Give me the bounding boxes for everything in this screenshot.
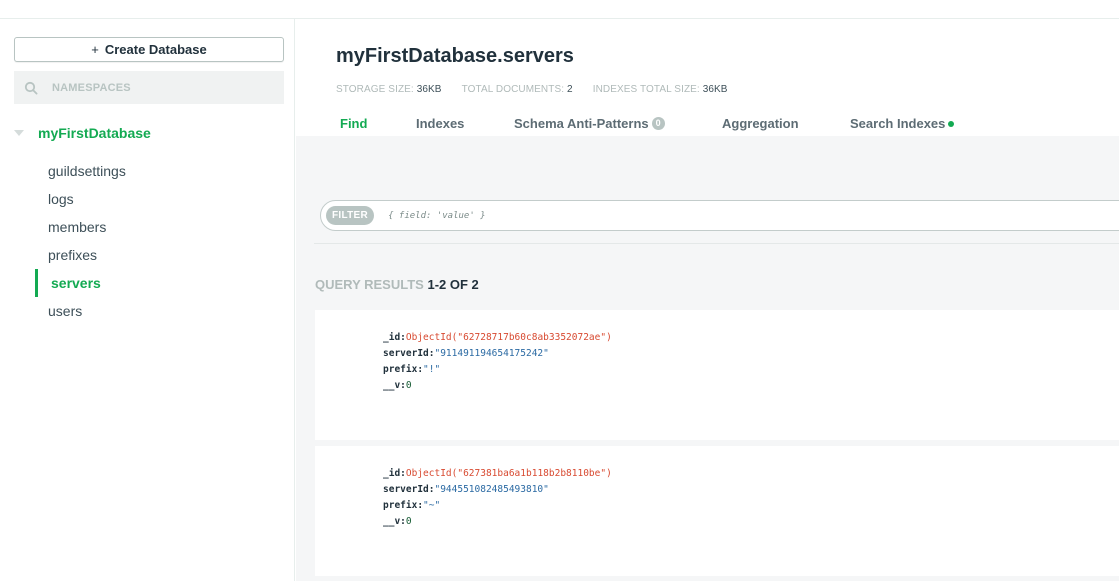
field-value: ObjectId("627381ba6a1b118b2b8110be") bbox=[405, 468, 612, 479]
collection-item-users[interactable]: users bbox=[0, 297, 294, 325]
tab-search-indexes[interactable]: Search Indexes bbox=[850, 116, 955, 131]
tab-search-label: Search Indexes bbox=[850, 116, 946, 131]
field-value: ObjectId("62728717b60c8ab3352072ae") bbox=[405, 332, 612, 343]
field-key: serverId: bbox=[383, 484, 435, 495]
search-icon bbox=[24, 81, 38, 95]
document-body: _id:ObjectId("627381ba6a1b118b2b8110be")… bbox=[383, 466, 612, 530]
tab-find[interactable]: Find bbox=[340, 116, 367, 131]
sidebar: + Create Database myFirstDatabase guilds… bbox=[0, 19, 295, 581]
document-field-id: _id:ObjectId("62728717b60c8ab3352072ae") bbox=[383, 330, 612, 346]
document-field-v: __v:0 bbox=[383, 514, 612, 530]
indexes-size-label: INDEXES TOTAL SIZE: bbox=[592, 84, 700, 95]
collection-item-logs[interactable]: logs bbox=[0, 185, 294, 213]
document-body: _id:ObjectId("62728717b60c8ab3352072ae")… bbox=[383, 330, 612, 394]
document-field-prefix: prefix:"!" bbox=[383, 362, 612, 378]
field-key: _id: bbox=[383, 468, 406, 479]
total-documents-value: 2 bbox=[567, 84, 573, 95]
tab-schema-anti-patterns[interactable]: Schema Anti-Patterns 0 bbox=[514, 116, 665, 131]
field-value: "911491194654175242" bbox=[434, 348, 549, 359]
total-documents-label: TOTAL DOCUMENTS: bbox=[461, 84, 565, 95]
storage-size-label: STORAGE SIZE: bbox=[336, 84, 414, 95]
document-field-v: __v:0 bbox=[383, 378, 612, 394]
field-value: "!" bbox=[423, 364, 441, 375]
filter-input[interactable] bbox=[388, 210, 989, 221]
create-database-button[interactable]: + Create Database bbox=[14, 37, 284, 62]
storage-size-stat: STORAGE SIZE: 36KB bbox=[336, 84, 442, 95]
document-field-id: _id:ObjectId("627381ba6a1b118b2b8110be") bbox=[383, 466, 612, 482]
database-name[interactable]: myFirstDatabase bbox=[38, 125, 151, 141]
tab-schema-label: Schema Anti-Patterns bbox=[514, 116, 649, 131]
field-key: _id: bbox=[383, 332, 406, 343]
create-database-label: Create Database bbox=[104, 42, 207, 57]
status-dot-icon bbox=[948, 120, 955, 127]
field-value: "944551082485493810" bbox=[434, 484, 549, 495]
collection-item-guildsettings[interactable]: guildsettings bbox=[0, 157, 294, 185]
query-results-range: 1-2 OF 2 bbox=[427, 277, 479, 292]
indexes-size-stat: INDEXES TOTAL SIZE: 36KB bbox=[593, 84, 728, 95]
divider bbox=[314, 243, 1119, 244]
tab-aggregation[interactable]: Aggregation bbox=[722, 116, 799, 131]
field-key: prefix: bbox=[383, 364, 424, 375]
tab-indexes[interactable]: Indexes bbox=[416, 116, 464, 131]
namespace-search[interactable] bbox=[14, 71, 284, 104]
document-field-prefix: prefix:"~" bbox=[383, 498, 612, 514]
storage-size-value: 36KB bbox=[416, 84, 442, 95]
field-key: __v: bbox=[383, 516, 406, 527]
schema-count-badge: 0 bbox=[651, 117, 665, 130]
filter-bar[interactable]: FILTER bbox=[320, 200, 1119, 231]
document-card[interactable]: _id:ObjectId("627381ba6a1b118b2b8110be")… bbox=[315, 446, 1119, 576]
document-card[interactable]: _id:ObjectId("62728717b60c8ab3352072ae")… bbox=[315, 310, 1119, 440]
collection-list: guildsettings logs members prefixes serv… bbox=[0, 157, 294, 325]
document-field-serverid: serverId:"944551082485493810" bbox=[383, 482, 612, 498]
field-value: 0 bbox=[405, 516, 412, 527]
collection-item-servers[interactable]: servers bbox=[0, 269, 294, 297]
field-value: 0 bbox=[405, 380, 412, 391]
document-field-serverid: serverId:"911491194654175242" bbox=[383, 346, 612, 362]
field-key: prefix: bbox=[383, 500, 424, 511]
database-item[interactable]: myFirstDatabase bbox=[0, 123, 294, 143]
field-key: __v: bbox=[383, 380, 406, 391]
filter-label: FILTER bbox=[326, 206, 375, 225]
namespace-search-input[interactable] bbox=[52, 81, 252, 94]
page-title: myFirstDatabase.servers bbox=[336, 45, 574, 67]
query-results-label: QUERY RESULTS bbox=[315, 277, 424, 292]
main-panel: myFirstDatabase.servers STORAGE SIZE: 36… bbox=[296, 19, 1119, 581]
field-value: "~" bbox=[423, 500, 441, 511]
collection-stats: STORAGE SIZE: 36KB TOTAL DOCUMENTS: 2 IN… bbox=[336, 84, 748, 95]
caret-down-icon[interactable] bbox=[14, 130, 24, 136]
indexes-size-value: 36KB bbox=[702, 84, 728, 95]
field-key: serverId: bbox=[383, 348, 435, 359]
top-bar bbox=[0, 0, 1119, 19]
plus-icon: + bbox=[91, 42, 99, 57]
collection-item-members[interactable]: members bbox=[0, 213, 294, 241]
total-documents-stat: TOTAL DOCUMENTS: 2 bbox=[462, 84, 573, 95]
query-results-header: QUERY RESULTS 1-2 OF 2 bbox=[315, 277, 479, 292]
collection-item-prefixes[interactable]: prefixes bbox=[0, 241, 294, 269]
